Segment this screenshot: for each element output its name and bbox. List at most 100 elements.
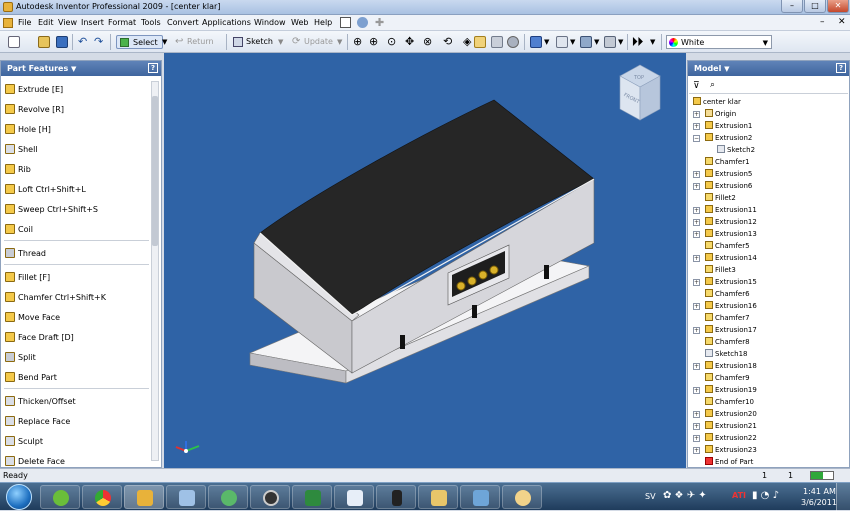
feature-move[interactable]: Move Face xyxy=(5,310,60,326)
feature-hole[interactable]: Hole [H] xyxy=(5,122,51,138)
tree-node[interactable]: End of Part xyxy=(705,456,753,468)
tree-expand-icon[interactable]: + xyxy=(693,447,700,454)
tree-node[interactable]: Extrusion19 xyxy=(705,384,757,396)
tree-node[interactable]: Origin xyxy=(705,108,736,120)
look-at-icon[interactable]: ◈ xyxy=(463,35,471,49)
tree-node[interactable]: Fillet3 xyxy=(705,264,736,276)
language-indicator[interactable]: SV xyxy=(645,492,656,501)
taskbar-messenger[interactable] xyxy=(208,485,248,509)
graphics-viewport[interactable]: FRONT TOP xyxy=(164,53,686,468)
display-mode-icon[interactable] xyxy=(530,36,542,48)
tree-expand-icon[interactable]: + xyxy=(693,411,700,418)
feature-fillet[interactable]: Fillet [F] xyxy=(5,270,50,286)
document-icon[interactable] xyxy=(3,18,13,28)
section-dropdown-icon[interactable]: ▼ xyxy=(570,35,575,49)
menu-window[interactable]: Window xyxy=(254,18,286,27)
taskbar-phone[interactable] xyxy=(376,485,416,509)
maximize-icon[interactable]: □ xyxy=(804,0,826,13)
panel-help-icon[interactable]: ? xyxy=(148,63,158,73)
tree-node[interactable]: Extrusion1 xyxy=(705,120,752,132)
tree-node[interactable]: Extrusion5 xyxy=(705,168,752,180)
tree-node[interactable]: Extrusion6 xyxy=(705,180,752,192)
zoom-selected-icon[interactable]: ⊗ xyxy=(423,35,432,49)
zoom-icon[interactable]: ⊙ xyxy=(387,35,396,49)
update-dropdown-icon[interactable]: ▼ xyxy=(337,35,342,49)
tree-node[interactable]: Chamfer5 xyxy=(705,240,750,252)
tree-node[interactable]: Extrusion23 xyxy=(705,444,757,456)
menu-tools[interactable]: Tools xyxy=(141,18,161,27)
menu-applications[interactable]: Applications xyxy=(202,18,251,27)
feature-sculpt[interactable]: Sculpt xyxy=(5,434,43,450)
tree-expand-icon[interactable]: + xyxy=(693,387,700,394)
tree-node[interactable]: Extrusion20 xyxy=(705,408,757,420)
feature-shell[interactable]: Shell xyxy=(5,142,38,158)
start-button[interactable] xyxy=(6,484,32,510)
feature-replace[interactable]: Replace Face xyxy=(5,414,70,430)
help-icon[interactable] xyxy=(340,17,351,28)
tree-expand-icon[interactable]: + xyxy=(693,279,700,286)
taskbar-media[interactable] xyxy=(250,485,290,509)
feature-split[interactable]: Split xyxy=(5,350,36,366)
fast-forward-icon[interactable]: ⏵⏵ xyxy=(632,35,643,49)
section-view-icon[interactable] xyxy=(556,36,568,48)
tree-node[interactable]: Extrusion17 xyxy=(705,324,757,336)
tree-expand-icon[interactable]: + xyxy=(693,183,700,190)
save-icon[interactable] xyxy=(56,36,68,48)
tree-node[interactable]: Extrusion15 xyxy=(705,276,757,288)
sketch-button[interactable]: Sketch xyxy=(233,35,273,49)
scroll-thumb[interactable] xyxy=(152,96,158,246)
shaded-display-icon[interactable] xyxy=(491,36,503,48)
tree-expand-icon[interactable]: + xyxy=(693,231,700,238)
tree-node[interactable]: Chamfer7 xyxy=(705,312,750,324)
update-button[interactable]: ⟳ Update xyxy=(292,35,333,49)
tree-node[interactable]: Chamfer9 xyxy=(705,372,750,384)
tree-node[interactable]: Chamfer1 xyxy=(705,156,750,168)
ground-shadow-icon[interactable] xyxy=(507,36,519,48)
find-icon[interactable]: ⌕ xyxy=(710,80,715,90)
taskbar-network[interactable] xyxy=(166,485,206,509)
feature-extrude[interactable]: Extrude [E] xyxy=(5,82,63,98)
open-icon[interactable] xyxy=(38,36,50,48)
select-button[interactable]: Select xyxy=(116,35,163,49)
feature-face[interactable]: Face Draft [D] xyxy=(5,330,74,346)
doc-minimize-icon[interactable]: – xyxy=(820,17,825,27)
tree-expand-icon[interactable]: + xyxy=(693,435,700,442)
tree-node[interactable]: Extrusion22 xyxy=(705,432,757,444)
menu-insert[interactable]: Insert xyxy=(81,18,104,27)
system-tray-icons[interactable]: ▮ ◔ ♪ xyxy=(752,490,779,501)
undo-icon[interactable]: ↶ xyxy=(78,35,87,49)
model-help-icon[interactable]: ? xyxy=(836,63,846,73)
tree-root[interactable]: center klar xyxy=(693,96,741,108)
plane-dropdown-icon[interactable]: ▼ xyxy=(594,35,599,49)
filter-icon[interactable]: ⊽ xyxy=(693,81,700,91)
tree-expand-icon[interactable]: + xyxy=(693,171,700,178)
taskbar-paint[interactable] xyxy=(502,485,542,509)
taskbar-spotify[interactable] xyxy=(40,485,80,509)
web-help-icon[interactable] xyxy=(357,17,368,28)
tree-node[interactable]: Extrusion12 xyxy=(705,216,757,228)
feature-rib[interactable]: Rib xyxy=(5,162,31,178)
minimize-icon[interactable]: – xyxy=(781,0,803,13)
zoom-window-icon[interactable]: ⊕ xyxy=(369,35,378,49)
feature-loft[interactable]: Loft Ctrl+Shift+L xyxy=(5,182,86,198)
color-select[interactable]: White ▼ xyxy=(666,35,772,49)
menu-convert[interactable]: Convert xyxy=(167,18,199,27)
close-icon[interactable]: ✕ xyxy=(827,0,849,13)
tree-node[interactable]: Chamfer10 xyxy=(705,396,754,408)
display-dropdown-icon[interactable]: ▼ xyxy=(544,35,549,49)
feature-thread[interactable]: Thread xyxy=(5,246,46,262)
visibility-icon[interactable] xyxy=(604,36,616,48)
tree-expand-icon[interactable]: + xyxy=(693,255,700,262)
menu-file[interactable]: File xyxy=(18,18,31,27)
menu-edit[interactable]: Edit xyxy=(38,18,54,27)
redo-icon[interactable]: ↷ xyxy=(94,35,103,49)
taskbar-explorer[interactable] xyxy=(418,485,458,509)
tree-expand-icon[interactable]: + xyxy=(693,327,700,334)
return-button[interactable]: ↩ Return xyxy=(175,35,214,49)
tree-expand-icon[interactable]: + xyxy=(693,303,700,310)
doc-close-icon[interactable]: ✕ xyxy=(838,17,846,27)
tree-expand-icon[interactable]: + xyxy=(693,207,700,214)
menu-web[interactable]: Web xyxy=(291,18,308,27)
taskbar-photos[interactable] xyxy=(460,485,500,509)
tree-node[interactable]: Extrusion16 xyxy=(705,300,757,312)
